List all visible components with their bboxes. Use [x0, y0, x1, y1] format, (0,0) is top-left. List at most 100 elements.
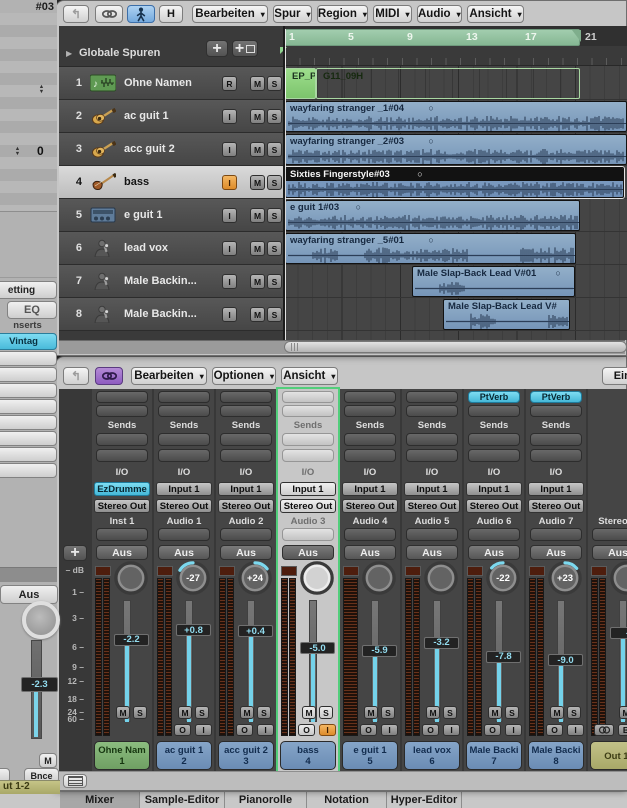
insert-slot-empty[interactable]: [0, 383, 57, 398]
region-waveform: [286, 115, 627, 132]
solo-button[interactable]: S: [267, 142, 282, 157]
track-name: bass: [124, 176, 216, 190]
solo-button[interactable]: S: [267, 76, 282, 91]
arrange-menu-audio[interactable]: Audio▾: [417, 5, 462, 23]
insert-slot-empty[interactable]: [0, 431, 57, 446]
loop-icon: ○: [428, 136, 440, 147]
region-name: EP_P_: [288, 70, 316, 81]
disclosure-triangle-icon[interactable]: ▶: [66, 49, 76, 61]
input-monitor-button[interactable]: I: [222, 208, 237, 223]
loop-icon: ○: [428, 235, 440, 246]
eq-thumbnail-button[interactable]: EQ: [7, 301, 57, 319]
loop-icon: ○: [428, 103, 440, 114]
channel-setting-button[interactable]: etting: [0, 281, 57, 299]
autozoom-walker-icon[interactable]: [127, 5, 155, 23]
inspector-parameter-rows: [0, 13, 57, 212]
link-icon[interactable]: [95, 5, 123, 23]
automation-mode-button[interactable]: Aus: [0, 585, 58, 604]
region-g11-09h[interactable]: G11_09H: [316, 68, 580, 99]
track-name: acc guit 2: [124, 143, 216, 157]
arrange-menu-region[interactable]: Region▾: [317, 5, 368, 23]
scrollbar-grip-icon: [291, 343, 300, 351]
ruler-bar-number: 5: [348, 31, 370, 43]
region-male-slap-back-lead-v-02[interactable]: Male Slap-Back Lead V#02: [443, 299, 570, 330]
input-monitor-button[interactable]: I: [222, 274, 237, 289]
menu-label: Audio: [418, 8, 451, 20]
input-monitor-button[interactable]: I: [222, 142, 237, 157]
track-name: ac guit 1: [124, 110, 216, 124]
mute-button[interactable]: M: [250, 175, 265, 190]
h-button[interactable]: H: [159, 5, 183, 23]
add-track-button[interactable]: +: [206, 40, 228, 57]
solo-button[interactable]: S: [267, 109, 282, 124]
bass-guitar-icon: [90, 173, 116, 192]
solo-button[interactable]: S: [267, 307, 282, 322]
mute-button[interactable]: M: [250, 241, 265, 256]
back-icon[interactable]: ↰: [63, 5, 89, 23]
arrange-menu-bearbeiten[interactable]: Bearbeiten▾: [192, 5, 268, 23]
transpose-stepper-icon[interactable]: ▲▼: [13, 146, 22, 158]
insert-slot-empty[interactable]: [0, 367, 57, 382]
hscrollbar-thumb[interactable]: [284, 341, 627, 353]
ruler-ticks: [285, 58, 627, 65]
chevron-down-icon: ▾: [406, 10, 410, 19]
region-name: wayfaring stranger _1#04: [286, 102, 614, 114]
insert-slot-empty[interactable]: [0, 447, 57, 462]
volume-fader-fill: [34, 690, 38, 737]
loop-icon: ○: [356, 202, 368, 213]
mute-button[interactable]: M: [250, 274, 265, 289]
region-ep-p-[interactable]: EP_P_: [285, 68, 316, 99]
pan-knob[interactable]: [22, 601, 60, 639]
region-sixties-fingerstyle-03[interactable]: Sixties Fingerstyle#03○: [285, 167, 624, 198]
mute-button[interactable]: M: [39, 753, 57, 768]
region-header: wayfaring stranger _5#01○: [286, 234, 576, 247]
volume-value: -2.3: [21, 677, 58, 692]
insert-slot-empty[interactable]: [0, 463, 57, 478]
region-name: Male Slap-Back Lead V#01: [413, 267, 562, 279]
region-header: Male Slap-Back Lead V#02: [444, 300, 570, 313]
region-header: wayfaring stranger _2#03○: [286, 135, 627, 148]
mute-button[interactable]: M: [250, 142, 265, 157]
arrange-menu-spur[interactable]: Spur▾: [273, 5, 312, 23]
track-number: 8: [62, 308, 82, 321]
mute-button[interactable]: M: [250, 76, 265, 91]
parameter-stepper-icon[interactable]: ▲▼: [37, 84, 46, 96]
region-waveform: [444, 313, 570, 330]
region-wayfaring-stranger-5-01[interactable]: wayfaring stranger _5#01○: [285, 233, 576, 264]
input-monitor-button[interactable]: I: [222, 241, 237, 256]
solo-button[interactable]: S: [267, 274, 282, 289]
region-wayfaring-stranger-1-04[interactable]: wayfaring stranger _1#04○: [285, 101, 627, 132]
solo-button[interactable]: S: [267, 175, 282, 190]
input-monitor-button[interactable]: I: [222, 307, 237, 322]
mute-button[interactable]: M: [250, 109, 265, 124]
region-header: Sixties Fingerstyle#03○: [286, 168, 624, 181]
solo-button[interactable]: S: [267, 241, 282, 256]
vocalist-icon: [90, 239, 116, 258]
input-monitor-button[interactable]: I: [222, 175, 237, 190]
insert-slot-active[interactable]: Vintag: [0, 333, 57, 350]
region-waveform: [413, 280, 575, 297]
insert-slot-empty[interactable]: [0, 351, 57, 366]
add-multiple-tracks-button[interactable]: +: [232, 40, 258, 57]
insert-slot-empty[interactable]: [0, 399, 57, 414]
arrange-menu-ansicht[interactable]: Ansicht▾: [467, 5, 524, 23]
inspector-strip-band: [0, 567, 57, 582]
solo-button[interactable]: S: [267, 208, 282, 223]
chevron-down-icon: ▾: [363, 10, 367, 19]
mute-button[interactable]: M: [250, 208, 265, 223]
region-wayfaring-stranger-2-03[interactable]: wayfaring stranger _2#03○: [285, 134, 627, 165]
record-arm-button[interactable]: R: [222, 76, 237, 91]
track-number: 7: [62, 275, 82, 288]
track-number: 1: [62, 77, 82, 90]
region-e-guit-1-03[interactable]: e guit 1#03○: [285, 200, 580, 231]
transpose-value[interactable]: 0: [37, 144, 44, 158]
mute-button[interactable]: M: [250, 307, 265, 322]
insert-slot-empty[interactable]: [0, 415, 57, 430]
cycle-end-marker-icon: [572, 30, 581, 42]
region-header: Male Slap-Back Lead V#01○: [413, 267, 575, 280]
input-monitor-button[interactable]: I: [222, 109, 237, 124]
midi-track-icon: ♪: [90, 74, 116, 93]
arrange-menu-midi[interactable]: MIDI▾: [373, 5, 412, 23]
region-male-slap-back-lead-v-01[interactable]: Male Slap-Back Lead V#01○: [412, 266, 575, 297]
region-name: e guit 1#03: [286, 201, 567, 213]
